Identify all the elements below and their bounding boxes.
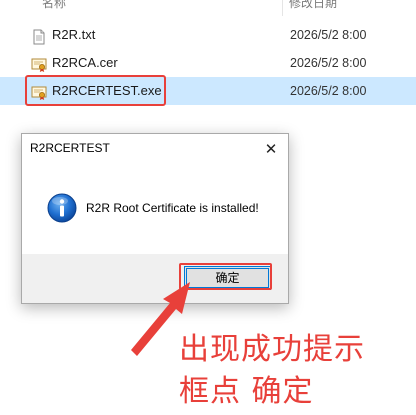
- highlight-box-ok: [179, 263, 272, 290]
- annotation-line-1: 出现成功提示: [179, 332, 365, 367]
- dialog-body: R2R Root Certificate is installed!: [22, 164, 288, 254]
- close-icon[interactable]: ✕: [256, 134, 286, 164]
- info-icon: [46, 192, 78, 224]
- dialog-title: R2RCERTEST: [30, 141, 110, 155]
- column-header-date[interactable]: 修改日期: [289, 0, 337, 13]
- annotation-line-2: 框点 确定: [179, 374, 314, 409]
- dialog-message: R2R Root Certificate is installed!: [86, 201, 259, 215]
- highlight-box-exe: [25, 75, 166, 106]
- file-row-r2r-txt[interactable]: R2R.txt 2026/5/2 8:00: [0, 21, 416, 49]
- file-date: 2026/5/2 8:00: [290, 28, 367, 42]
- certificate-file-icon: [31, 55, 47, 72]
- file-name: R2R.txt: [52, 27, 96, 42]
- file-row-r2rca-cer[interactable]: R2RCA.cer 2026/5/2 8:00: [0, 49, 416, 77]
- file-date: 2026/5/2 8:00: [290, 56, 367, 70]
- column-header-name[interactable]: 名称: [42, 0, 66, 13]
- dialog-titlebar[interactable]: R2RCERTEST ✕: [22, 134, 288, 164]
- file-name: R2RCA.cer: [52, 55, 118, 70]
- text-file-icon: [31, 27, 47, 45]
- file-date: 2026/5/2 8:00: [290, 84, 367, 98]
- column-separator[interactable]: [282, 0, 283, 16]
